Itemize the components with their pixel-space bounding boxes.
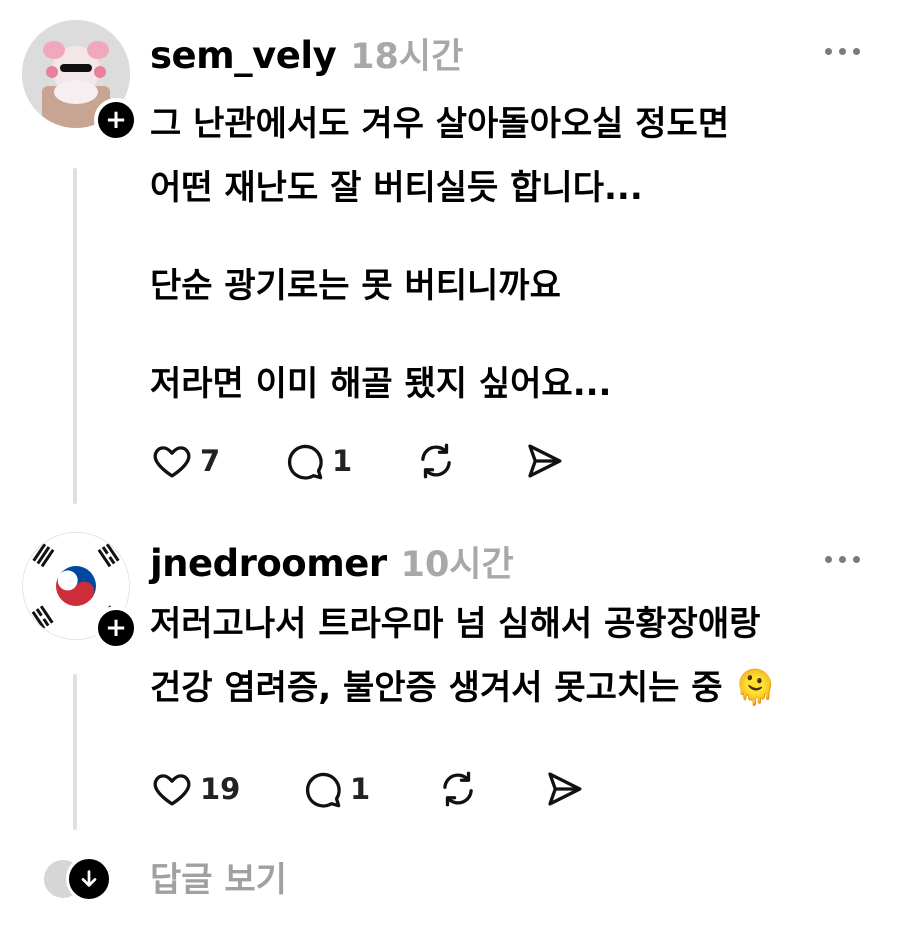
post-sem-vely: + sem_vely 18시간 그 난관에서도 겨우 살아돌아오실 정도면 어떤… [0, 0, 900, 510]
comment-icon [305, 772, 341, 808]
repost-icon [443, 771, 473, 807]
like-button[interactable]: 19 [150, 764, 300, 814]
follow-plus-icon[interactable]: + [94, 606, 138, 650]
post-body: 저러고나서 트라우마 넘 심해서 공황장애랑 건강 염려증, 불안증 생겨서 못… [150, 592, 870, 720]
view-replies-link[interactable]: 답글 보기 [150, 852, 287, 901]
comment-button[interactable]: 1 [282, 436, 414, 486]
post-text-line: 저라면 이미 해골 됐지 싶어요... [150, 364, 612, 404]
post-text-line: 저러고나서 트라우마 넘 심해서 공황장애랑 [150, 604, 761, 644]
post-text-line: 어떤 재난도 잘 버티실듯 합니다... [150, 168, 643, 208]
post-jnedroomer: + jnedroomer 10시간 저러고나서 트라우마 넘 심해서 공황장애랑… [0, 510, 900, 840]
action-bar: 19 1 [150, 764, 586, 814]
repost-button[interactable] [414, 436, 522, 486]
heart-icon [153, 774, 191, 806]
more-options-icon[interactable] [825, 48, 860, 55]
send-icon [528, 444, 562, 478]
follow-plus-icon[interactable]: + [94, 98, 138, 142]
post-body: 그 난관에서도 겨우 살아돌아오실 정도면 어떤 재난도 잘 버티실듯 합니다.… [150, 92, 870, 416]
comment-icon [287, 444, 323, 480]
repost-icon [421, 443, 451, 479]
post-header: jnedroomer 10시간 [150, 536, 514, 586]
username[interactable]: sem_vely [150, 34, 337, 77]
share-button[interactable] [542, 764, 586, 814]
like-count: 7 [200, 444, 221, 478]
comment-count: 1 [350, 772, 371, 806]
share-button[interactable] [522, 436, 566, 486]
username[interactable]: jnedroomer [150, 542, 387, 585]
view-replies-row[interactable]: 답글 보기 [0, 846, 900, 906]
post-text-line: 단순 광기로는 못 버티니까요 [150, 266, 561, 306]
more-options-icon[interactable] [825, 556, 860, 563]
arrow-down-icon [66, 856, 112, 902]
post-header: sem_vely 18시간 [150, 28, 463, 78]
thread-line [73, 168, 77, 504]
action-bar: 7 1 [150, 436, 566, 486]
comment-button[interactable]: 1 [300, 764, 436, 814]
thread-line [73, 674, 77, 830]
send-icon [548, 772, 582, 806]
post-time: 18시간 [350, 37, 464, 77]
comment-count: 1 [332, 444, 353, 478]
post-time: 10시간 [400, 545, 514, 585]
heart-icon [153, 446, 191, 478]
post-text-line: 건강 염려증, 불안증 생겨서 못고치는 중 🫠 [150, 668, 777, 708]
like-count: 19 [200, 772, 241, 806]
like-button[interactable]: 7 [150, 436, 282, 486]
repost-button[interactable] [436, 764, 542, 814]
post-text-line: 그 난관에서도 겨우 살아돌아오실 정도면 [150, 104, 730, 144]
